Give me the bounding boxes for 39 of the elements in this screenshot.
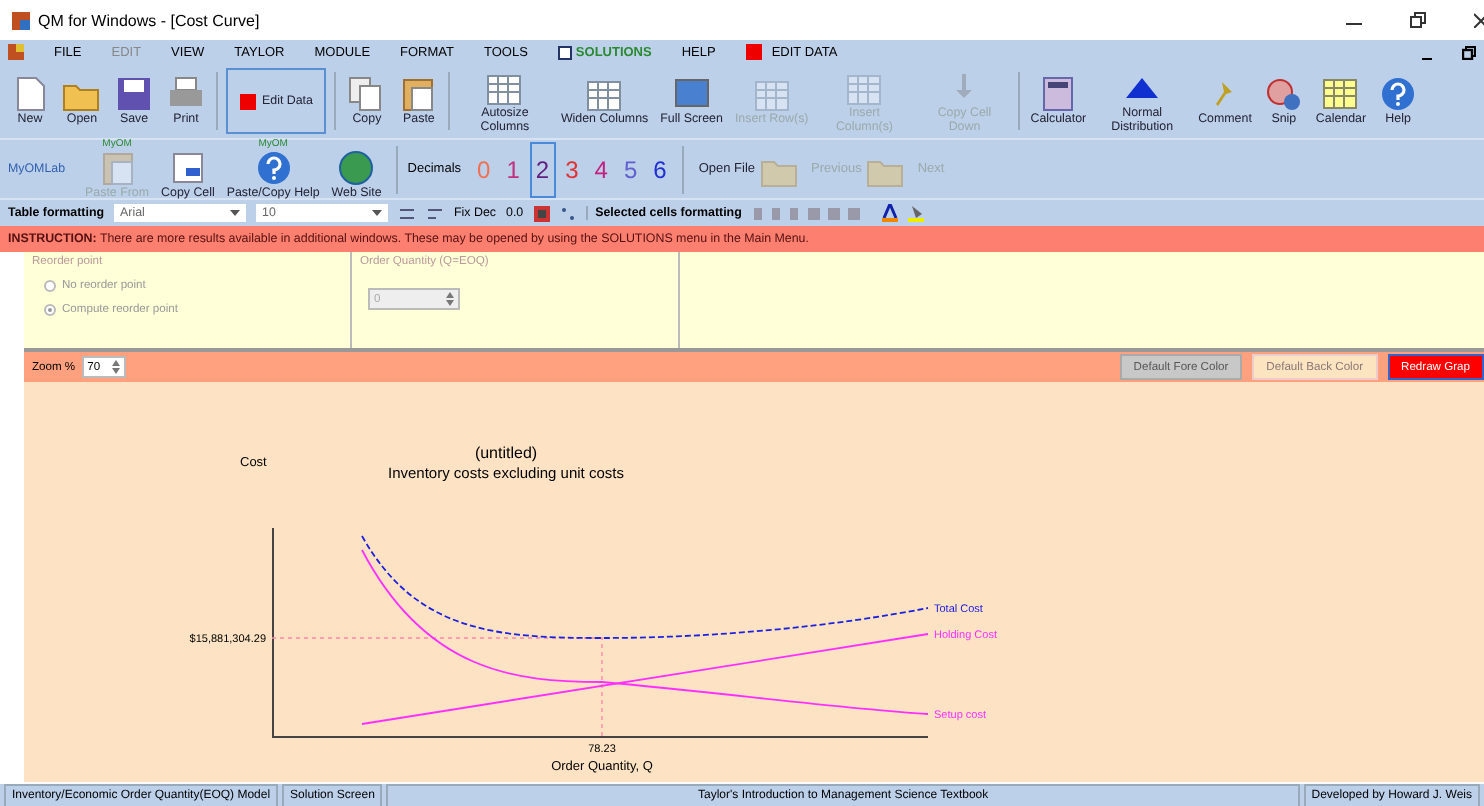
decimals-button[interactable]: 4	[588, 149, 614, 189]
increase-decimal-icon[interactable]	[398, 205, 417, 221]
spreadsheet-icon	[167, 149, 208, 185]
close-icon[interactable]	[1474, 12, 1484, 28]
printer-icon	[166, 76, 206, 112]
help-icon	[1378, 76, 1419, 112]
table-icon	[484, 69, 525, 105]
color-square-icon[interactable]	[533, 205, 550, 221]
table-icon	[751, 76, 792, 112]
caret-icon	[230, 210, 241, 216]
help-icon	[253, 149, 294, 185]
restore-icon[interactable]	[1462, 45, 1476, 59]
format-icon[interactable]	[559, 205, 576, 221]
radio-button[interactable]	[44, 280, 56, 292]
spinner-arrows-icon[interactable]	[446, 292, 454, 306]
edit-data-icon	[745, 44, 762, 60]
copy-icon	[346, 76, 387, 112]
restore-icon[interactable]	[1410, 12, 1426, 28]
calculator-icon	[1038, 76, 1079, 112]
window-icon	[557, 45, 572, 59]
table-icon	[844, 69, 885, 105]
spinner-arrows-icon[interactable]	[111, 360, 120, 374]
caret-icon	[372, 210, 383, 216]
decimals-button[interactable]: 2	[529, 141, 556, 197]
app-icon	[12, 11, 30, 29]
monitor-icon	[671, 76, 712, 112]
edit-data-icon	[240, 93, 256, 109]
font-color-icon[interactable]	[881, 204, 898, 222]
decrease-decimal-icon[interactable]	[426, 205, 445, 221]
clipboard-icon	[398, 76, 439, 112]
decimals-button[interactable]: 6	[647, 149, 673, 189]
radio-button[interactable]	[44, 304, 56, 316]
calendar-icon	[1320, 76, 1361, 112]
fill-color-icon[interactable]	[907, 204, 924, 222]
chart-title: (untitled)	[474, 444, 538, 462]
window-title: QM for Windows - [Cost Curve]	[38, 11, 260, 29]
table-icon	[584, 76, 625, 112]
clipboard-icon	[97, 149, 138, 185]
app-icon	[8, 44, 24, 60]
